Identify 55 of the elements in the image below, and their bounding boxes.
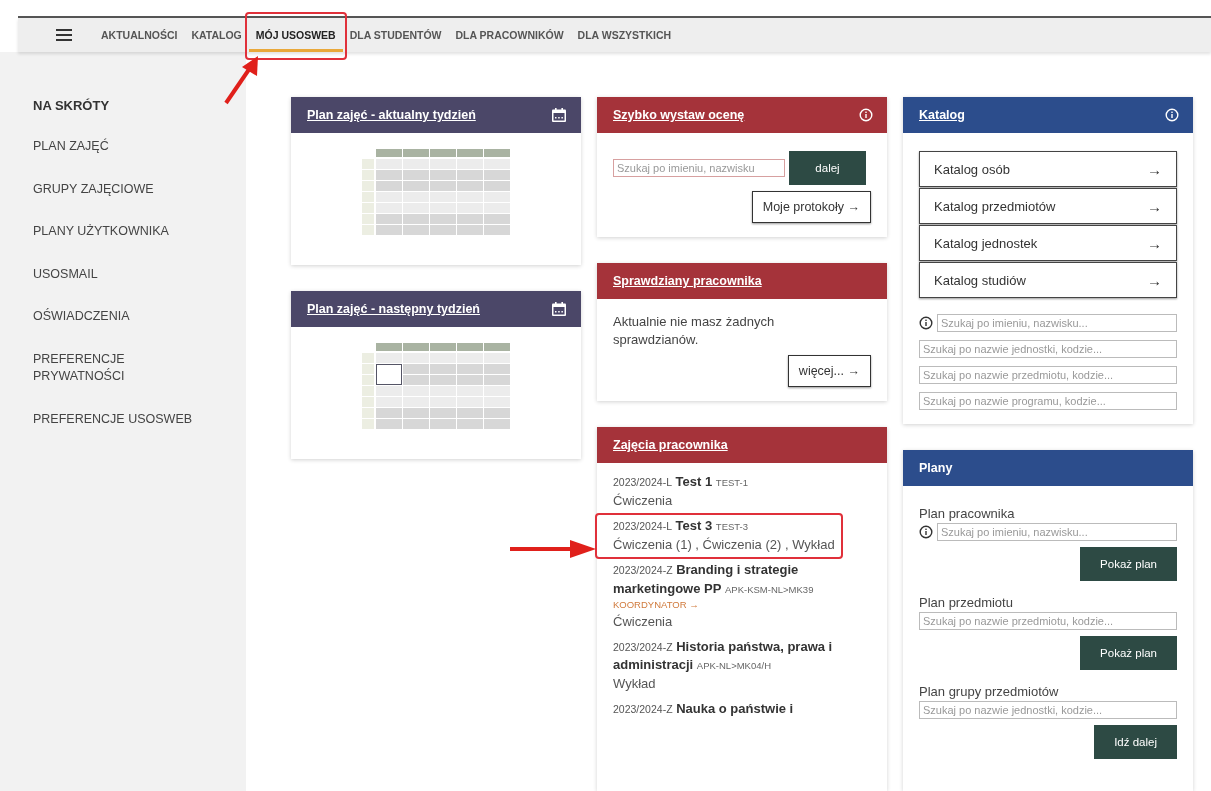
catalog-button[interactable]: Katalog osób → <box>919 151 1177 187</box>
search-field[interactable]: Szukaj po imieniu, nazwisku... <box>937 523 1177 541</box>
search-field[interactable]: Szukaj po nazwie jednostki, kodzie... <box>919 340 1177 358</box>
search-field[interactable]: Szukaj po nazwie przedmiotu, kodzie... <box>919 612 1177 630</box>
nav-tab[interactable]: MÓJ USOSWEB <box>248 18 343 52</box>
search-field[interactable]: Szukaj po imieniu, nazwisku <box>613 159 785 177</box>
protocols-button[interactable]: Moje protokoły → <box>751 191 871 223</box>
search-field[interactable]: Szukaj po nazwie jednostki, kodzie... <box>919 701 1177 719</box>
sidebar-link[interactable]: PREFERENCJE PRYWATNOŚCI <box>33 350 213 386</box>
show-plan-button[interactable]: Idź dalej <box>1094 725 1177 759</box>
catalog-button[interactable]: Katalog jednostek → <box>919 225 1177 261</box>
nav-tab[interactable]: DLA STUDENTÓW <box>342 18 449 52</box>
field-label: Plan pracownika <box>919 506 1016 521</box>
show-plan-button[interactable]: Pokaż plan <box>1080 636 1177 670</box>
class-types: Wykład <box>613 675 657 694</box>
class-types: Ćwiczenia <box>613 612 674 631</box>
catalog-button[interactable]: Katalog przedmiotów → <box>919 188 1177 224</box>
search-field[interactable]: Szukaj po imieniu, nazwisku... <box>937 314 1177 332</box>
nav-tab[interactable]: AKTUALNOŚCI <box>94 18 185 52</box>
card-title: Plany <box>919 461 953 475</box>
class-types: Ćwiczenia <box>613 492 674 511</box>
sidebar-link[interactable]: USOSMAIL <box>33 265 213 283</box>
card-title-link[interactable]: Szybko wystaw ocenę <box>613 108 745 122</box>
menu-icon[interactable] <box>56 29 72 41</box>
course-entry: 2023/2024-L Test 1 TEST-1 <box>613 473 750 492</box>
field-label: Plan przedmiotu <box>919 595 1014 610</box>
sidebar-link[interactable]: PREFERENCJE USOSWEB <box>33 410 213 428</box>
course-entry: 2023/2024-Z Nauka o państwie i <box>613 700 795 719</box>
catalog-button[interactable]: Katalog studiów → <box>919 262 1177 298</box>
sidebar-link[interactable]: PLAN ZAJĘĆ <box>33 138 213 156</box>
class-types: Ćwiczenia (1) , Ćwiczenia (2) , Wykład <box>613 535 836 554</box>
calendar-icon[interactable] <box>551 301 567 317</box>
course-entry: 2023/2024-Z Branding i strategie marketingowe PP APK-KSM-NL>MK39 <box>613 560 815 598</box>
card-title-link[interactable]: Sprawdziany pracownika <box>613 274 762 288</box>
search-field[interactable]: Szukaj po nazwie przedmiotu, kodzie... <box>919 366 1177 384</box>
info-icon[interactable] <box>919 525 933 539</box>
course-entry: 2023/2024-Z Historia państwa, prawa i administracji APK-NL>MK04/H <box>613 637 834 675</box>
search-field[interactable]: Szukaj po nazwie programu, kodzie... <box>919 392 1177 410</box>
sidebar-heading: NA SKRÓTY <box>33 98 111 113</box>
sidebar-link[interactable]: GRUPY ZAJĘCIOWE <box>33 180 213 198</box>
sidebar-link[interactable]: PLANY UŻYTKOWNIKA <box>33 223 213 241</box>
field-label: Plan grupy przedmiotów <box>919 684 1060 699</box>
go-button[interactable]: dalej <box>789 151 866 185</box>
nav-tab[interactable]: DLA PRACOWNIKÓW <box>448 18 571 52</box>
course-entry: 2023/2024-L Test 3 TEST-3 <box>613 517 750 536</box>
empty-message: Aktualnie nie masz żadnych sprawdzianów. <box>613 313 776 350</box>
nav-tab[interactable]: DLA WSZYSTKICH <box>570 18 679 52</box>
show-plan-button[interactable]: Pokaż plan <box>1080 547 1177 581</box>
info-icon[interactable] <box>919 316 933 330</box>
calendar-icon[interactable] <box>551 107 567 123</box>
card-title-link[interactable]: Katalog <box>919 108 965 122</box>
sidebar-link[interactable]: OŚWIADCZENIA <box>33 308 213 326</box>
nav-tab[interactable]: KATALOG <box>184 18 249 52</box>
card-title-link[interactable]: Zajęcia pracownika <box>613 438 728 453</box>
more-button[interactable]: więcej... → <box>787 355 871 388</box>
